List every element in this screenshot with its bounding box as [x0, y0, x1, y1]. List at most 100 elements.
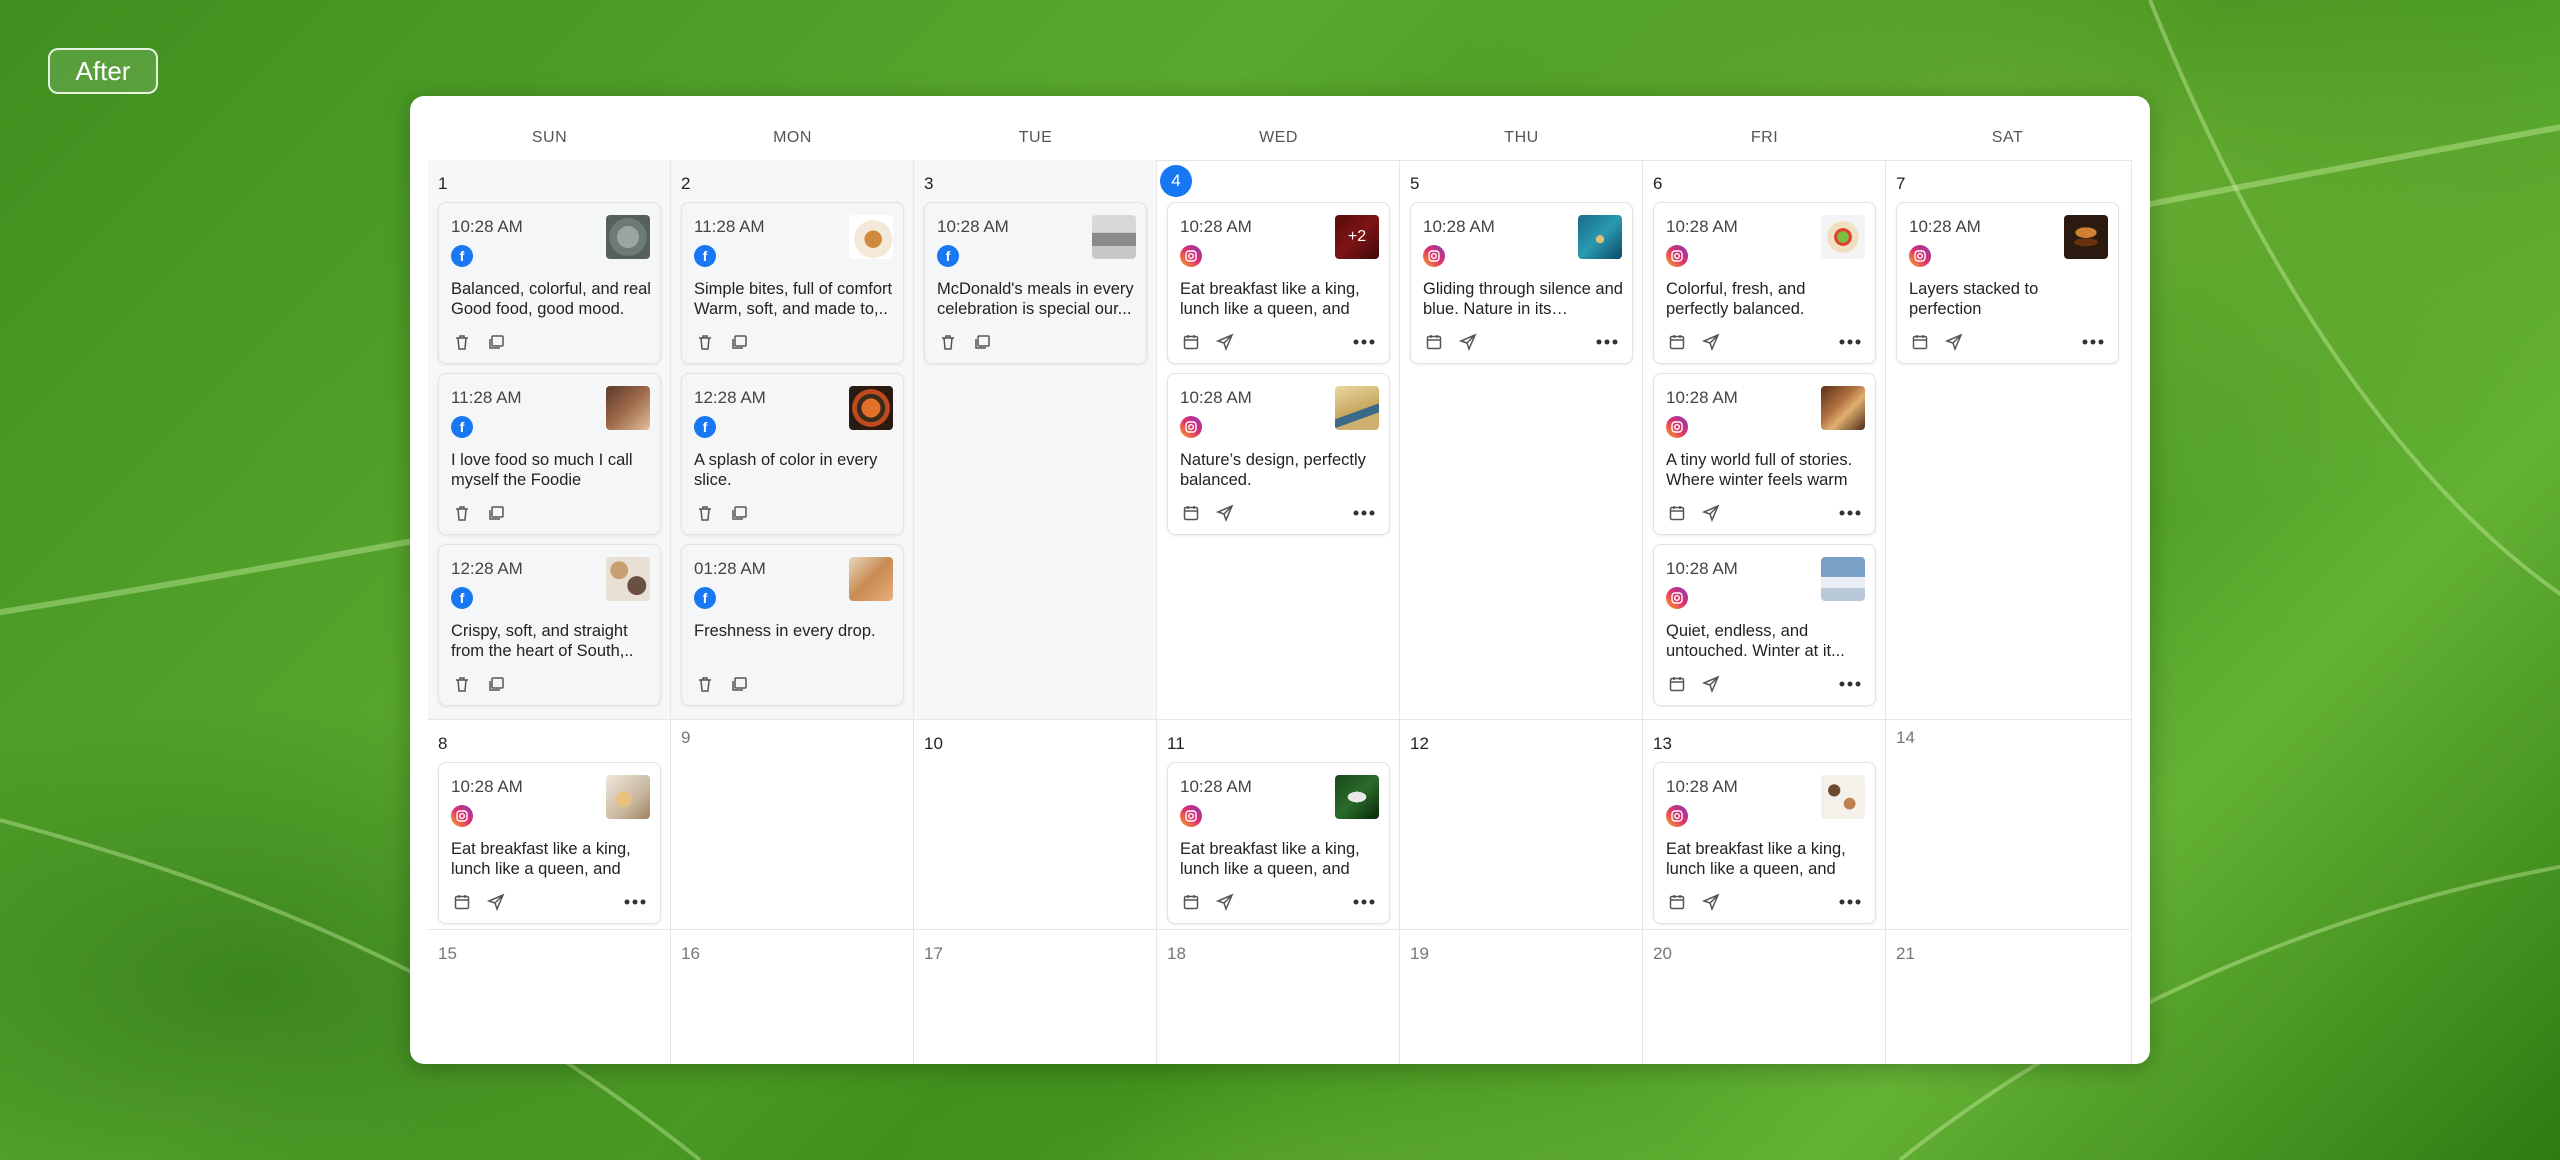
post-card[interactable]: 10:28 AM Quiet, endless, and untouched. … — [1653, 544, 1876, 706]
post-card[interactable]: 11:28 AM f I love food so much I call my… — [438, 373, 661, 535]
calendar-icon[interactable] — [1666, 331, 1688, 353]
post-time: 10:28 AM — [1909, 217, 1981, 236]
day-cell[interactable]: 2 11:28 AM f Simple bites, full of comfo… — [671, 160, 914, 720]
trash-icon[interactable] — [451, 331, 473, 353]
post-card[interactable]: 10:28 AM Eat breakfast like a king, lunc… — [1653, 762, 1876, 924]
day-cell[interactable]: 9 — [671, 720, 914, 930]
calendar-icon[interactable] — [1666, 891, 1688, 913]
trash-icon[interactable] — [451, 502, 473, 524]
send-icon[interactable] — [1700, 502, 1722, 524]
calendar-icon[interactable] — [1180, 502, 1202, 524]
post-time: 12:28 AM — [451, 559, 523, 578]
day-cell[interactable]: 19 — [1400, 930, 1643, 1064]
post-time: 10:28 AM — [451, 777, 523, 796]
post-time: 10:28 AM — [1180, 217, 1252, 236]
day-cell[interactable]: 1 10:28 AM f Balanced, colorful, and rea… — [428, 160, 671, 720]
after-button[interactable]: After — [48, 48, 158, 94]
post-time: 10:28 AM — [1666, 777, 1738, 796]
day-cell[interactable]: 6 10:28 AM Colorful, fresh, and perfectl… — [1643, 160, 1886, 720]
send-icon[interactable] — [485, 891, 507, 913]
post-card[interactable]: 10:28 AM f Balanced, colorful, and real … — [438, 202, 661, 364]
post-time: 10:28 AM — [1180, 777, 1252, 796]
send-icon[interactable] — [1943, 331, 1965, 353]
day-cell[interactable]: 7 10:28 AM Layers stacked to perfection — [1886, 160, 2132, 720]
copy-icon[interactable] — [485, 673, 507, 695]
day-cell[interactable]: 15 — [428, 930, 671, 1064]
send-icon[interactable] — [1214, 891, 1236, 913]
copy-icon[interactable] — [728, 502, 750, 524]
trash-icon[interactable] — [451, 673, 473, 695]
calendar-icon[interactable] — [451, 891, 473, 913]
day-cell[interactable]: 20 — [1643, 930, 1886, 1064]
calendar-icon[interactable] — [1423, 331, 1445, 353]
more-options-icon[interactable] — [1351, 331, 1377, 353]
post-card[interactable]: 10:28 AM Nature’s design, perfectly bala… — [1167, 373, 1390, 535]
send-icon[interactable] — [1457, 331, 1479, 353]
trash-icon[interactable] — [694, 502, 716, 524]
copy-icon[interactable] — [971, 331, 993, 353]
calendar-icon[interactable] — [1180, 891, 1202, 913]
post-card[interactable]: 12:28 AM f Crispy, soft, and straight fr… — [438, 544, 661, 706]
more-options-icon[interactable] — [622, 891, 648, 913]
day-number: 7 — [1896, 174, 1906, 193]
post-time: 11:28 AM — [694, 217, 765, 236]
day-number: 17 — [924, 944, 943, 963]
day-cell[interactable]: 14 — [1886, 720, 2132, 930]
send-icon[interactable] — [1700, 331, 1722, 353]
post-card[interactable]: 10:28 AM Eat breakfast like a king, lunc… — [438, 762, 661, 924]
more-options-icon[interactable] — [2080, 331, 2106, 353]
send-icon[interactable] — [1214, 502, 1236, 524]
day-cell[interactable]: 16 — [671, 930, 914, 1064]
send-icon[interactable] — [1700, 891, 1722, 913]
trash-icon[interactable] — [694, 673, 716, 695]
day-cell[interactable]: 13 10:28 AM Eat breakfast like a king, l… — [1643, 720, 1886, 930]
day-number: 3 — [924, 174, 934, 193]
send-icon[interactable] — [1214, 331, 1236, 353]
post-card[interactable]: 10:28 AM Gliding through silence and blu… — [1410, 202, 1633, 364]
day-cell[interactable]: 10 — [914, 720, 1157, 930]
more-options-icon[interactable] — [1837, 891, 1863, 913]
more-options-icon[interactable] — [1594, 331, 1620, 353]
more-options-icon[interactable] — [1837, 502, 1863, 524]
day-cell[interactable]: 17 — [914, 930, 1157, 1064]
post-card[interactable]: 10:28 AM Layers stacked to perfection — [1896, 202, 2119, 364]
day-cell[interactable]: 12 — [1400, 720, 1643, 930]
calendar-icon[interactable] — [1180, 331, 1202, 353]
more-options-icon[interactable] — [1351, 502, 1377, 524]
calendar-icon[interactable] — [1666, 502, 1688, 524]
calendar-icon[interactable] — [1666, 673, 1688, 695]
post-caption: Eat breakfast like a king, lunch like a … — [1666, 840, 1846, 878]
calendar-icon[interactable] — [1909, 331, 1931, 353]
post-card[interactable]: 12:28 AM f A splash of color in every sl… — [681, 373, 904, 535]
day-cell[interactable]: 4 10:28 AM +2 Eat breakfast like a king,… — [1157, 160, 1400, 720]
post-caption: Freshness in every drop. — [694, 622, 876, 640]
day-cell[interactable]: 8 10:28 AM Eat breakfast like a king, lu… — [428, 720, 671, 930]
post-card[interactable]: 11:28 AM f Simple bites, full of comfort… — [681, 202, 904, 364]
more-options-icon[interactable] — [1837, 673, 1863, 695]
day-cell[interactable]: 18 — [1157, 930, 1400, 1064]
trash-icon[interactable] — [694, 331, 716, 353]
post-card[interactable]: 10:28 AM A tiny world full of stories. W… — [1653, 373, 1876, 535]
post-time: 11:28 AM — [451, 388, 522, 407]
day-number: 5 — [1410, 174, 1420, 193]
day-cell[interactable]: 5 10:28 AM Gliding through silence and b… — [1400, 160, 1643, 720]
trash-icon[interactable] — [937, 331, 959, 353]
copy-icon[interactable] — [728, 331, 750, 353]
post-card[interactable]: 10:28 AM Colorful, fresh, and perfectly … — [1653, 202, 1876, 364]
post-card[interactable]: 10:28 AM +2 Eat breakfast like a king, l… — [1167, 202, 1390, 364]
send-icon[interactable] — [1700, 673, 1722, 695]
instagram-icon — [1666, 416, 1688, 438]
more-options-icon[interactable] — [1351, 891, 1377, 913]
day-cell[interactable]: 21 — [1886, 930, 2132, 1064]
post-card[interactable]: 10:28 AM Eat breakfast like a king, lunc… — [1167, 762, 1390, 924]
more-options-icon[interactable] — [1837, 331, 1863, 353]
copy-icon[interactable] — [485, 502, 507, 524]
day-cell[interactable]: 11 10:28 AM Eat breakfast like a king, l… — [1157, 720, 1400, 930]
weekday-fri: FRI — [1750, 129, 1779, 146]
post-caption: Eat breakfast like a king, lunch like a … — [1180, 840, 1360, 878]
post-card[interactable]: 10:28 AM f McDonald's meals in every cel… — [924, 202, 1147, 364]
post-card[interactable]: 01:28 AM f Freshness in every drop. — [681, 544, 904, 706]
day-cell[interactable]: 3 10:28 AM f McDonald's meals in every c… — [914, 160, 1157, 720]
copy-icon[interactable] — [485, 331, 507, 353]
copy-icon[interactable] — [728, 673, 750, 695]
